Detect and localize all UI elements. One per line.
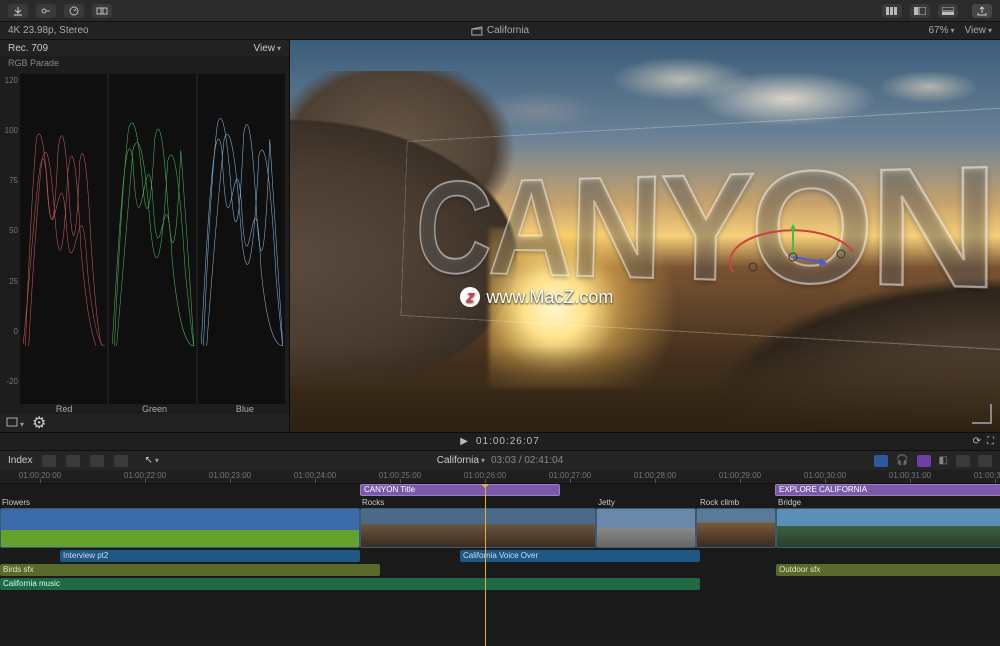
clip-label: Rocks bbox=[362, 498, 384, 507]
header-row: 4K 23.98p, Stereo California 67% View bbox=[0, 22, 1000, 40]
title-clip[interactable]: CANYON Title bbox=[360, 484, 560, 496]
skimming-icon[interactable] bbox=[874, 455, 888, 467]
append-icon[interactable] bbox=[90, 455, 104, 467]
clip-label: Flowers bbox=[2, 498, 30, 507]
clip-label: Bridge bbox=[778, 498, 801, 507]
clip-appearance-icon[interactable] bbox=[882, 4, 902, 18]
toggle-timeline-icon[interactable] bbox=[938, 4, 958, 18]
connect-icon[interactable] bbox=[42, 455, 56, 467]
title-clip[interactable]: EXPLORE CALIFORNIA bbox=[775, 484, 1000, 496]
action-safe-corner-icon bbox=[972, 404, 992, 424]
loop-icon[interactable]: ⟳ bbox=[973, 436, 981, 447]
solo-icon[interactable] bbox=[917, 455, 931, 467]
clip-label: Jetty bbox=[598, 498, 615, 507]
rgb-parade: 1201007550250-20 bbox=[0, 70, 289, 404]
parade-green bbox=[109, 74, 196, 404]
bg-task-icon[interactable] bbox=[64, 4, 84, 18]
timecode-display[interactable]: 01:00:26:07 bbox=[476, 436, 540, 447]
top-toolbar bbox=[0, 0, 1000, 22]
audio-skim-icon[interactable]: 🎧 bbox=[896, 455, 908, 466]
overwrite-icon[interactable] bbox=[114, 455, 128, 467]
extensions-icon[interactable] bbox=[92, 4, 112, 18]
parade-label-blue: Blue bbox=[201, 404, 289, 414]
timeline-project-dropdown[interactable]: California bbox=[437, 455, 485, 466]
timeline[interactable]: 01:00:20:0001:00:22:0001:00:23:0001:00:2… bbox=[0, 470, 1000, 646]
music-clip[interactable]: California music bbox=[0, 578, 700, 590]
timeline-duration-label: 03:03 / 02:41:04 bbox=[491, 455, 563, 466]
zoom-dropdown[interactable]: 67% bbox=[928, 25, 954, 36]
play-icon[interactable]: ▶ bbox=[460, 436, 468, 447]
playhead[interactable] bbox=[485, 484, 486, 646]
watermark-logo-icon: Z bbox=[460, 287, 480, 307]
parade-red bbox=[20, 74, 107, 404]
jetty-clip[interactable] bbox=[596, 508, 696, 548]
project-format-label: 4K 23.98p, Stereo bbox=[0, 25, 89, 36]
tl-view-icon[interactable] bbox=[956, 455, 970, 467]
timeline-index-button[interactable]: Index bbox=[8, 455, 32, 466]
title-3d-plane[interactable]: CANYON bbox=[400, 107, 1000, 351]
watermark: Z www.MacZ.com bbox=[460, 287, 613, 308]
transport-bar: ▶ 01:00:26:07 ⟳ ⛶ bbox=[0, 432, 1000, 450]
import-icon[interactable] bbox=[8, 4, 28, 18]
scopes-settings-icon[interactable]: ⚙ bbox=[32, 413, 46, 433]
share-icon[interactable] bbox=[972, 4, 992, 18]
scopes-view-dropdown[interactable]: View bbox=[253, 43, 281, 54]
scopes-colorspace-label: Rec. 709 bbox=[8, 43, 48, 54]
dialogue-clip[interactable]: California Voice Over bbox=[460, 550, 700, 562]
viewer-canvas[interactable]: CANYON Z www.MacZ.com bbox=[290, 40, 1000, 432]
rotation-gizmo[interactable] bbox=[723, 212, 863, 292]
scopes-y-axis: 1201007550250-20 bbox=[2, 70, 20, 392]
rock-climb-clip[interactable] bbox=[696, 508, 776, 548]
sfx-clip[interactable]: Birds sfx bbox=[0, 564, 380, 576]
clapper-icon bbox=[471, 26, 483, 36]
scopes-layout-dropdown[interactable] bbox=[6, 414, 24, 432]
rocks-clip[interactable] bbox=[360, 508, 596, 548]
viewer-project-name: California bbox=[487, 25, 529, 36]
timeline-toolbar: Index ↖ California 03:03 / 02:41:04 🎧 ◧ bbox=[0, 450, 1000, 470]
fullscreen-icon[interactable]: ⛶ bbox=[987, 436, 994, 447]
insert-icon[interactable] bbox=[66, 455, 80, 467]
main-split: Rec. 709 View RGB Parade 1201007550250-2… bbox=[0, 40, 1000, 432]
sfx-clip[interactable]: Outdoor sfx bbox=[776, 564, 1000, 576]
view-dropdown[interactable]: View bbox=[964, 25, 992, 36]
video-scopes-panel: Rec. 709 View RGB Parade 1201007550250-2… bbox=[0, 40, 290, 432]
snap-icon[interactable]: ◧ bbox=[939, 455, 948, 466]
parade-label-green: Green bbox=[110, 404, 198, 414]
clip-label: Rock climb bbox=[700, 498, 739, 507]
ruler-timecode: 01:00:32:00 bbox=[974, 471, 1000, 480]
timeline-tracks[interactable]: CANYON Title EXPLORE CALIFORNIA Flowers Ro… bbox=[0, 484, 1000, 646]
timeline-ruler[interactable]: 01:00:20:0001:00:22:0001:00:23:0001:00:2… bbox=[0, 470, 1000, 484]
dialogue-clip[interactable]: Interview pt2 bbox=[60, 550, 360, 562]
keyword-icon[interactable] bbox=[36, 4, 56, 18]
arrow-tool-dropdown[interactable]: ↖ bbox=[144, 455, 158, 466]
tl-clip-icon[interactable] bbox=[978, 455, 992, 467]
bridge-clip[interactable] bbox=[776, 508, 1000, 548]
scopes-mode-label: RGB Parade bbox=[0, 56, 289, 70]
parade-blue bbox=[198, 74, 285, 404]
toggle-browser-icon[interactable] bbox=[910, 4, 930, 18]
flowers-clip[interactable] bbox=[0, 508, 360, 548]
